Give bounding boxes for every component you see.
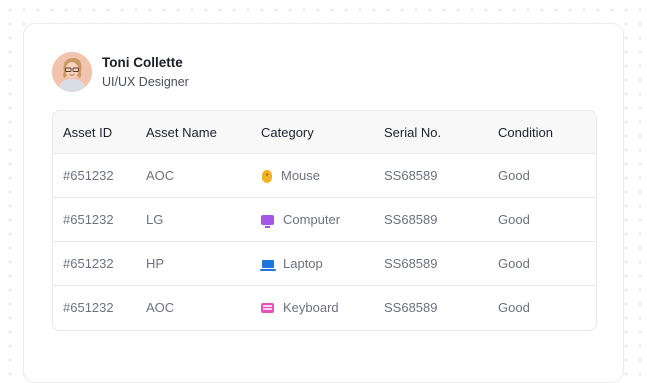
keyboard-icon [261,303,274,313]
serial-cell: SS68589 [384,300,438,315]
laptop-icon [260,260,276,271]
condition-cell: Good [498,300,530,315]
category-cell: Keyboard [261,286,339,330]
serial-cell: SS68589 [384,168,438,183]
asset-id-cell: #651232 [63,256,114,271]
column-header-category: Category [261,125,314,140]
mouse-icon [262,169,272,183]
avatar [52,52,92,92]
table-row[interactable]: #651232 HP Laptop SS68589 Good [53,242,596,286]
user-role: UI/UX Designer [102,75,189,89]
user-name: Toni Collette [102,55,183,70]
column-header-serial-no: Serial No. [384,125,442,140]
user-info: Toni Collette UI/UX Designer [102,54,189,90]
category-label: Keyboard [283,300,339,315]
table-row[interactable]: #651232 AOC Keyboard SS68589 Good [53,286,596,330]
asset-name-cell: AOC [146,168,175,183]
category-label: Laptop [283,256,323,271]
category-label: Mouse [281,168,321,183]
serial-cell: SS68589 [384,212,438,227]
table-row[interactable]: #651232 AOC Mouse SS68589 Good [53,154,596,198]
category-label: Computer [283,212,341,227]
asset-card: Toni Collette UI/UX Designer Asset ID As… [23,23,624,383]
category-cell: Mouse [261,154,320,198]
asset-id-cell: #651232 [63,300,114,315]
user-profile: Toni Collette UI/UX Designer [52,52,189,92]
column-header-condition: Condition [498,125,553,140]
asset-name-cell: HP [146,256,165,271]
avatar-image [52,52,92,92]
condition-cell: Good [498,256,530,271]
table-row[interactable]: #651232 LG Computer SS68589 Good [53,198,596,242]
asset-name-cell: AOC [146,300,175,315]
column-header-asset-id: Asset ID [63,125,113,140]
serial-cell: SS68589 [384,256,438,271]
condition-cell: Good [498,212,530,227]
table-header: Asset ID Asset Name Category Serial No. … [53,111,596,154]
asset-table: Asset ID Asset Name Category Serial No. … [52,110,597,331]
asset-id-cell: #651232 [63,168,114,183]
column-header-asset-name: Asset Name [146,125,217,140]
category-cell: Laptop [260,242,323,286]
condition-cell: Good [498,168,530,183]
asset-id-cell: #651232 [63,212,114,227]
asset-name-cell: LG [146,212,164,227]
category-cell: Computer [261,198,340,242]
computer-icon [261,215,274,228]
